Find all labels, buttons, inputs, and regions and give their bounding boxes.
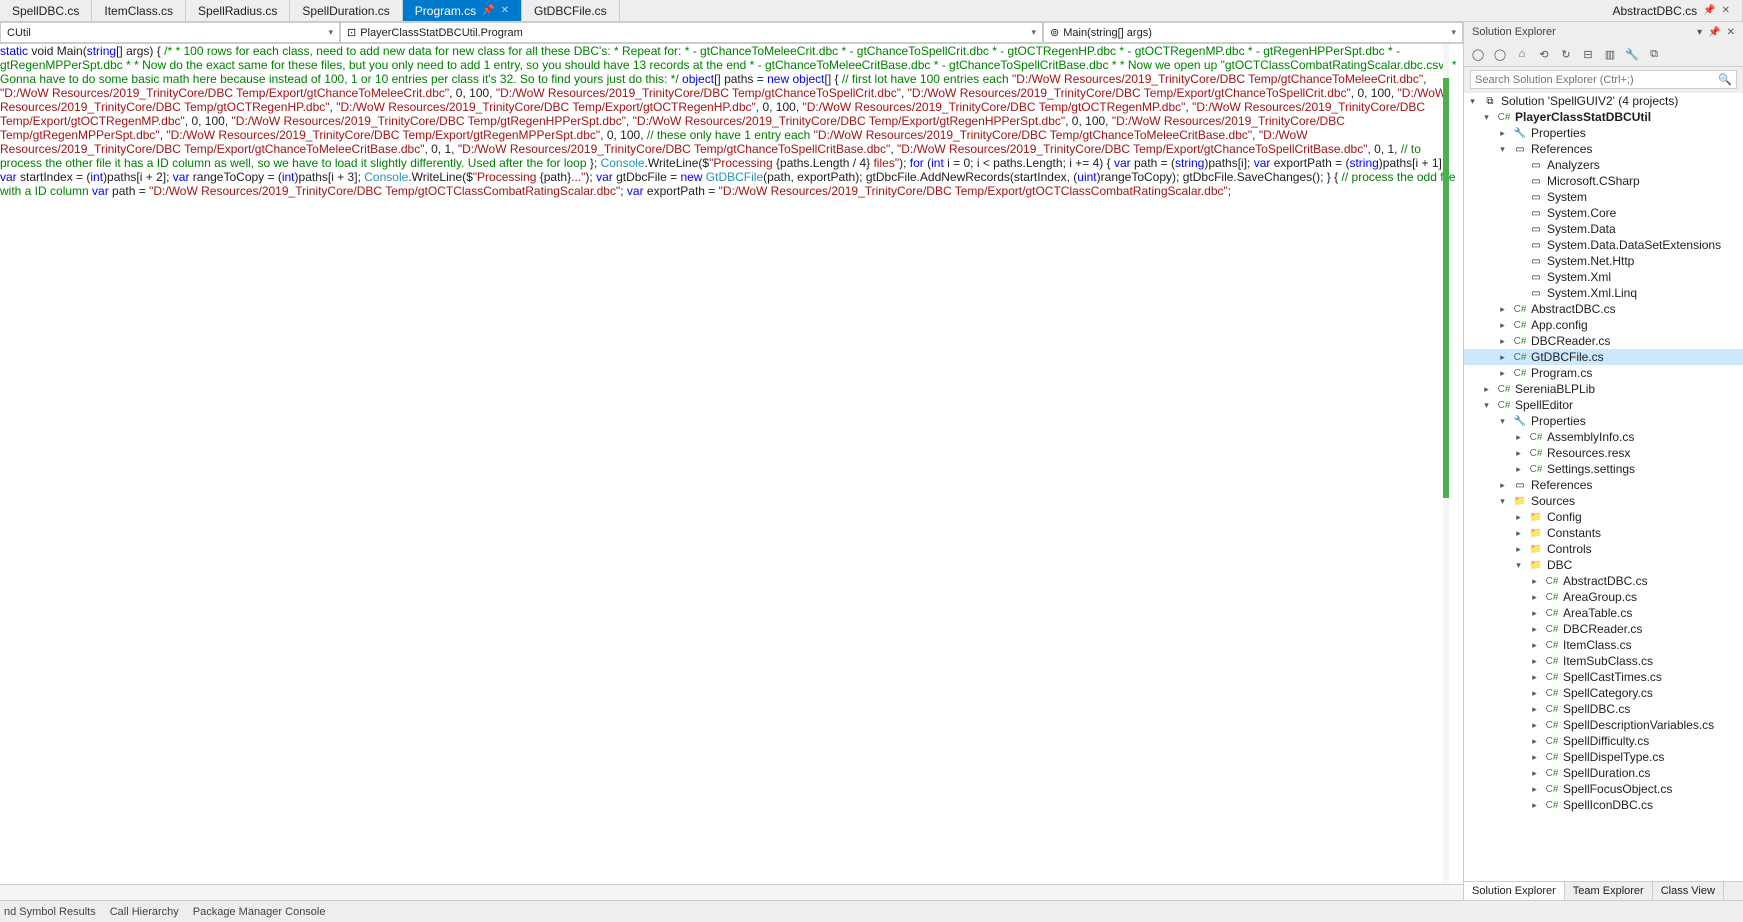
solution-node[interactable]: ▾⧉Solution 'SpellGUIV2' (4 projects) [1464, 93, 1743, 109]
side-tab-strip: Solution Explorer Team Explorer Class Vi… [1464, 881, 1743, 900]
csfile-item[interactable]: ▸C#SpellDuration.cs [1464, 765, 1743, 781]
preview-icon[interactable]: ⧉ [1646, 46, 1662, 62]
editor-pane: CUtil▾ ⊡PlayerClassStatDBCUtil.Program▾ … [0, 22, 1463, 900]
bottom-tab[interactable]: nd Symbol Results [4, 906, 96, 918]
reference-item[interactable]: ▭System.Xml.Linq [1464, 285, 1743, 301]
csfile-item[interactable]: ▸C#AreaTable.cs [1464, 605, 1743, 621]
folder-node[interactable]: ▾📁Sources [1464, 493, 1743, 509]
tab-spellduration[interactable]: SpellDuration.cs [290, 0, 402, 21]
reference-item[interactable]: ▭System.Xml [1464, 269, 1743, 285]
project-node[interactable]: ▾C#SpellEditor [1464, 397, 1743, 413]
forward-icon[interactable]: ◯ [1492, 46, 1508, 62]
panel-title: Solution Explorer ▾ 📌 ✕ [1464, 22, 1743, 42]
chevron-down-icon: ▾ [1031, 27, 1036, 38]
csfile-item[interactable]: ▸C#AbstractDBC.cs [1464, 301, 1743, 317]
csfile-item[interactable]: ▸C#AreaGroup.cs [1464, 589, 1743, 605]
project-node[interactable]: ▾C#PlayerClassStatDBCUtil [1464, 109, 1743, 125]
side-tab-team[interactable]: Team Explorer [1565, 882, 1653, 900]
code-editor[interactable]: static void Main(string[] args) { /* * 1… [0, 44, 1463, 884]
side-tab-class[interactable]: Class View [1653, 882, 1724, 900]
csfile-item[interactable]: ▸C#SpellDBC.cs [1464, 701, 1743, 717]
close-icon[interactable]: ✕ [1727, 27, 1735, 38]
properties-node[interactable]: ▾🔧Properties [1464, 413, 1743, 429]
properties-node[interactable]: ▸🔧Properties [1464, 125, 1743, 141]
close-icon[interactable]: ✕ [501, 5, 509, 16]
refresh-icon[interactable]: ↻ [1558, 46, 1574, 62]
csfile-item[interactable]: ▸C#Program.cs [1464, 365, 1743, 381]
show-all-icon[interactable]: ▥ [1602, 46, 1618, 62]
csfile-item[interactable]: ▸C#GtDBCFile.cs [1464, 349, 1743, 365]
se-search[interactable]: 🔍 [1470, 70, 1737, 89]
reference-item[interactable]: ▭System.Data.DataSetExtensions [1464, 237, 1743, 253]
se-search-input[interactable] [1475, 74, 1718, 86]
tab-abstractdbc[interactable]: AbstractDBC.cs 📌 ✕ [1600, 0, 1743, 21]
tab-spellradius[interactable]: SpellRadius.cs [186, 0, 290, 21]
references-node[interactable]: ▸▭References [1464, 477, 1743, 493]
reference-item[interactable]: ▭System.Data [1464, 221, 1743, 237]
csfile-item[interactable]: ▸C#SpellCastTimes.cs [1464, 669, 1743, 685]
csfile-item[interactable]: ▸C#SpellCategory.cs [1464, 685, 1743, 701]
home-icon[interactable]: ⌂ [1514, 46, 1530, 62]
bottom-tab-strip: nd Symbol Results Call Hierarchy Package… [0, 900, 1743, 922]
tab-gtdbcfile[interactable]: GtDBCFile.cs [522, 0, 620, 21]
nav-member-combo[interactable]: ⊚Main(string[] args)▾ [1043, 22, 1463, 43]
csfile-item[interactable]: ▸C#SpellFocusObject.cs [1464, 781, 1743, 797]
prop-item[interactable]: ▸C#Settings.settings [1464, 461, 1743, 477]
reference-item[interactable]: ▭Analyzers [1464, 157, 1743, 173]
nav-class-combo[interactable]: ⊡PlayerClassStatDBCUtil.Program▾ [340, 22, 1043, 43]
folder-node[interactable]: ▾📁DBC [1464, 557, 1743, 573]
bottom-tab[interactable]: Call Hierarchy [110, 906, 179, 918]
chevron-down-icon: ▾ [328, 27, 333, 38]
tab-spelldbc[interactable]: SpellDBC.cs [0, 0, 92, 21]
prop-item[interactable]: ▸C#AssemblyInfo.cs [1464, 429, 1743, 445]
reference-item[interactable]: ▭System [1464, 189, 1743, 205]
reference-item[interactable]: ▭System.Core [1464, 205, 1743, 221]
nav-bar: CUtil▾ ⊡PlayerClassStatDBCUtil.Program▾ … [0, 22, 1463, 44]
folder-item[interactable]: ▸📁Controls [1464, 541, 1743, 557]
csfile-item[interactable]: ▸C#AbstractDBC.cs [1464, 573, 1743, 589]
reference-item[interactable]: ▭Microsoft.CSharp [1464, 173, 1743, 189]
folder-item[interactable]: ▸📁Config [1464, 509, 1743, 525]
back-icon[interactable]: ◯ [1470, 46, 1486, 62]
tab-program-active[interactable]: Program.cs 📌 ✕ [403, 0, 522, 21]
folder-item[interactable]: ▸📁Constants [1464, 525, 1743, 541]
chevron-down-icon: ▾ [1451, 27, 1456, 38]
search-icon[interactable]: 🔍 [1718, 73, 1732, 86]
csfile-item[interactable]: ▸C#DBCReader.cs [1464, 333, 1743, 349]
solution-explorer-panel: Solution Explorer ▾ 📌 ✕ ◯ ◯ ⌂ ⟲ ↻ ⊟ ▥ 🔧 … [1463, 22, 1743, 900]
side-tab-se[interactable]: Solution Explorer [1464, 882, 1565, 900]
csfile-item[interactable]: ▸C#ItemClass.cs [1464, 637, 1743, 653]
bottom-tab[interactable]: Package Manager Console [193, 906, 326, 918]
sync-icon[interactable]: ⟲ [1536, 46, 1552, 62]
pin-icon[interactable]: 📌 [1703, 5, 1715, 16]
csfile-item[interactable]: ▸C#SpellDispelType.cs [1464, 749, 1743, 765]
file-tab-row: SpellDBC.cs ItemClass.cs SpellRadius.cs … [0, 0, 1743, 22]
csfile-item[interactable]: ▸C#App.config [1464, 317, 1743, 333]
csfile-item[interactable]: ▸C#SpellIconDBC.cs [1464, 797, 1743, 813]
horizontal-scrollbar[interactable] [0, 884, 1463, 900]
reference-item[interactable]: ▭System.Net.Http [1464, 253, 1743, 269]
close-icon[interactable]: ✕ [1722, 5, 1730, 16]
references-node[interactable]: ▾▭References [1464, 141, 1743, 157]
nav-project-combo[interactable]: CUtil▾ [0, 22, 340, 43]
csfile-item[interactable]: ▸C#DBCReader.cs [1464, 621, 1743, 637]
pin-icon[interactable]: 📌 [1708, 27, 1720, 38]
dropdown-icon[interactable]: ▾ [1697, 27, 1702, 38]
pin-icon[interactable]: 📌 [482, 5, 494, 16]
collapse-icon[interactable]: ⊟ [1580, 46, 1596, 62]
csfile-item[interactable]: ▸C#SpellDifficulty.cs [1464, 733, 1743, 749]
project-node[interactable]: ▸C#SereniaBLPLib [1464, 381, 1743, 397]
csfile-item[interactable]: ▸C#SpellDescriptionVariables.cs [1464, 717, 1743, 733]
tab-itemclass[interactable]: ItemClass.cs [92, 0, 186, 21]
scrollbar-track[interactable] [1443, 44, 1449, 884]
csfile-item[interactable]: ▸C#ItemSubClass.cs [1464, 653, 1743, 669]
solution-tree[interactable]: ▾⧉Solution 'SpellGUIV2' (4 projects) ▾C#… [1464, 93, 1743, 881]
properties-icon[interactable]: 🔧 [1624, 46, 1640, 62]
prop-item[interactable]: ▸C#Resources.resx [1464, 445, 1743, 461]
se-toolbar: ◯ ◯ ⌂ ⟲ ↻ ⊟ ▥ 🔧 ⧉ [1464, 42, 1743, 67]
